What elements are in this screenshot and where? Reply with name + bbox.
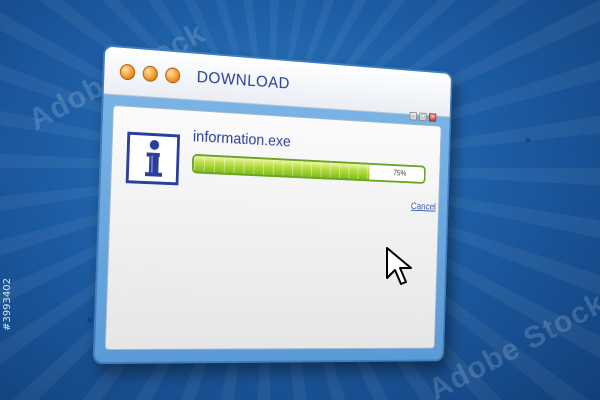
maximize-icon[interactable]: □ — [419, 112, 427, 122]
close-icon[interactable]: × — [428, 113, 437, 122]
titlebar-dot-icon[interactable] — [165, 67, 181, 84]
titlebar-dot-icon[interactable] — [119, 63, 136, 81]
info-icon — [125, 131, 181, 186]
minimize-icon[interactable]: – — [409, 111, 418, 121]
window-title: DOWNLOAD — [196, 67, 291, 93]
download-window: DOWNLOAD – □ × information.exe 75% Cance… — [92, 44, 453, 365]
cancel-link[interactable]: Cancel — [411, 202, 436, 213]
mouse-cursor-icon — [386, 247, 412, 285]
stock-id-label: #3993402 — [2, 278, 13, 331]
window-controls: – □ × — [409, 111, 437, 122]
progress-percent: 75% — [393, 168, 407, 178]
titlebar-dot-icon[interactable] — [142, 65, 159, 83]
